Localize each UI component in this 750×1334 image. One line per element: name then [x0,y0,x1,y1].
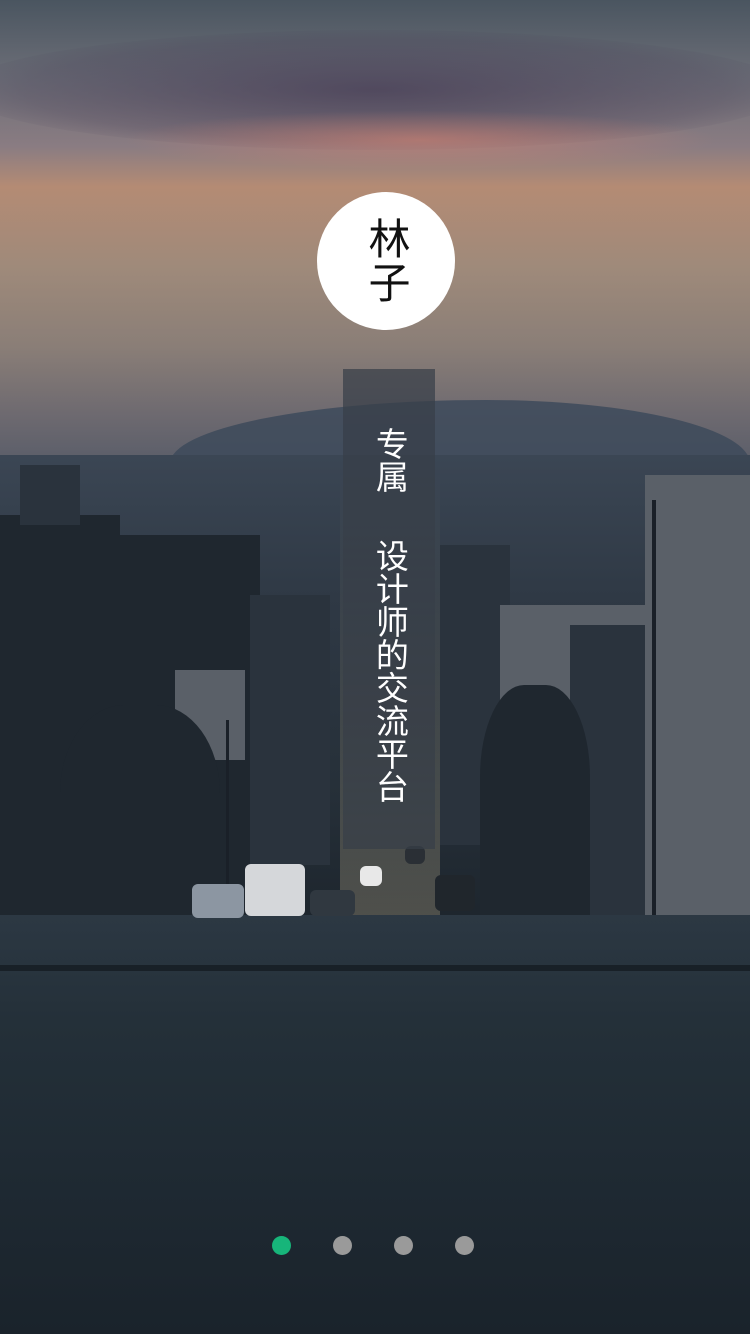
page-dot[interactable] [394,1236,413,1255]
page-dot-active[interactable] [272,1236,291,1255]
road [0,915,750,1334]
building [250,595,330,865]
app-logo-text: 林子 [362,217,411,305]
sky-sunset-glow [120,110,720,170]
page-dot[interactable] [455,1236,474,1255]
building [20,465,80,525]
car [310,890,355,916]
car [360,866,382,886]
car [245,864,305,916]
building [645,475,750,915]
page-indicator [272,1236,482,1256]
car [192,884,244,918]
street-lamp [652,500,656,920]
page-dot[interactable] [333,1236,352,1255]
trees [480,685,590,915]
slogan-line-2: 设计师的交流平台 [370,539,410,803]
slogan-banner: 专属 设计师的交流平台 [343,369,435,849]
splash-screen: 林子 专属 设计师的交流平台 [0,0,750,1334]
slogan-text: 专属 设计师的交流平台 [343,427,435,803]
app-logo: 林子 [317,192,455,330]
car [435,875,475,911]
road-seam [0,965,750,971]
slogan-line-1: 专属 [370,427,410,493]
